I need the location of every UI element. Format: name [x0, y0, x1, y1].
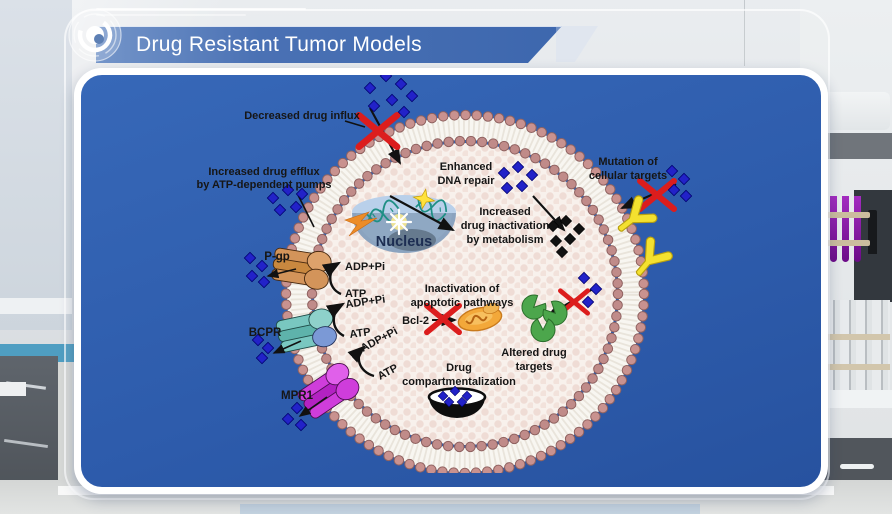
metabolism-label: Increased: [479, 206, 530, 218]
frame-accent-line: [96, 8, 306, 10]
adp-label-1: ADP+Pi: [345, 261, 385, 273]
svg-text:by metabolism: by metabolism: [466, 234, 543, 246]
mutation-cross: [640, 181, 674, 209]
svg-text:drug inactivation: drug inactivation: [461, 220, 550, 232]
slide-screenshot: Nucleus: [0, 0, 892, 514]
mpr1-label: MPR1: [281, 390, 314, 402]
bcl2-label: Bcl-2: [402, 315, 429, 327]
cell-lens-icon: [66, 6, 124, 64]
efflux-label: Increased drug efflux: [208, 166, 320, 178]
influx-label: Decreased drug influx: [244, 110, 360, 122]
svg-text:compartmentalization: compartmentalization: [402, 376, 516, 388]
dna-repair-label: Enhanced: [440, 161, 493, 173]
apoptosis-label: Inactivation of: [425, 283, 500, 295]
compartment-label: Drug: [446, 362, 472, 374]
lab-counter-left: [0, 298, 72, 314]
svg-text:DNA repair: DNA repair: [437, 175, 495, 187]
repair-spark: [387, 210, 411, 234]
drug-molecules-mpr1-out: [282, 402, 306, 430]
bcpr-label: BCPR: [249, 327, 282, 339]
lab-wall-left: [0, 0, 72, 330]
mutation-label: Mutation of: [598, 156, 658, 168]
page-title: Drug Resistant Tumor Models: [96, 33, 422, 57]
drug-resistance-diagram: Nucleus: [0, 0, 892, 514]
svg-text:by ATP-dependent pumps: by ATP-dependent pumps: [196, 179, 331, 191]
test-tube-purple: [842, 196, 849, 262]
floor-reflection: [240, 504, 700, 514]
brand-logo: [66, 6, 124, 64]
altered-label: Altered drug: [501, 347, 566, 359]
title-banner: Drug Resistant Tumor Models: [96, 26, 562, 63]
test-tube-purple: [830, 196, 837, 262]
test-tube-purple: [854, 196, 861, 262]
lab-counter-left-lower: [0, 382, 26, 396]
nucleus-label: Nucleus: [376, 234, 432, 250]
svg-text:cellular targets: cellular targets: [589, 170, 667, 182]
drug-molecules-influx: [364, 70, 417, 117]
svg-text:targets: targets: [516, 361, 553, 373]
pgp-label: P-gp: [264, 251, 290, 263]
svg-text:apoptotic pathways: apoptotic pathways: [411, 297, 514, 309]
